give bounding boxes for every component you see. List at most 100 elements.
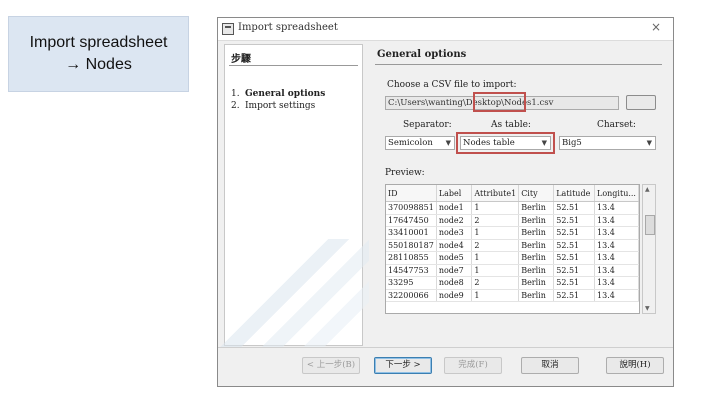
table-row: 28110855 node5 1 Berlin 52.51 13.4 bbox=[386, 251, 639, 265]
table-cell: Berlin bbox=[518, 264, 555, 277]
general-options-pane: General options Choose a CSV file to imp… bbox=[369, 44, 666, 346]
browse-button[interactable] bbox=[626, 95, 656, 110]
table-row: 550180187 node4 2 Berlin 52.51 13.4 bbox=[386, 239, 639, 252]
table-cell: 550180187 bbox=[386, 239, 437, 252]
table-cell: 2 bbox=[471, 239, 520, 252]
table-cell: 52.51 bbox=[553, 226, 596, 240]
finish-button[interactable]: 完成(F) bbox=[444, 357, 502, 374]
help-button[interactable]: 說明(H) bbox=[606, 357, 664, 374]
table-cell: 1 bbox=[471, 226, 520, 240]
wizard-button-bar: < 上一步(B) 下一步 > 完成(F) 取消 說明(H) bbox=[218, 347, 673, 386]
choose-file-label: Choose a CSV file to import: bbox=[387, 80, 517, 90]
step-item-general: 1. General options bbox=[231, 89, 325, 99]
steps-divider bbox=[229, 65, 358, 66]
table-cell: 14547753 bbox=[386, 264, 437, 277]
table-cell: node8 bbox=[436, 276, 473, 290]
cancel-button[interactable]: 取消 bbox=[521, 357, 579, 374]
chevron-down-icon: ▼ bbox=[646, 139, 652, 147]
next-button[interactable]: 下一步 > bbox=[374, 357, 432, 374]
table-cell: 33410001 bbox=[386, 226, 437, 240]
table-cell: node4 bbox=[436, 239, 473, 252]
table-cell: 13.4 bbox=[594, 276, 639, 290]
table-cell: 1 bbox=[471, 289, 520, 302]
back-button[interactable]: < 上一步(B) bbox=[302, 357, 360, 374]
slide-caption: Import spreadsheet → Nodes bbox=[8, 16, 189, 92]
table-cell: node9 bbox=[436, 289, 473, 302]
table-cell: node7 bbox=[436, 264, 473, 277]
table-cell: 13.4 bbox=[594, 226, 639, 240]
separator-value: Semicolon bbox=[388, 138, 433, 148]
column-header: Attribute1 bbox=[471, 185, 520, 202]
table-cell: Berlin bbox=[518, 214, 555, 227]
table-cell: 13.4 bbox=[594, 201, 639, 215]
step-number: 2. bbox=[231, 101, 240, 111]
table-cell: 13.4 bbox=[594, 264, 639, 277]
charset-select[interactable]: Big5 ▼ bbox=[559, 136, 656, 150]
table-cell: Berlin bbox=[518, 289, 555, 302]
table-cell: 13.4 bbox=[594, 251, 639, 265]
close-icon[interactable]: × bbox=[651, 20, 661, 34]
step-label: Import settings bbox=[245, 101, 316, 111]
table-cell: 1 bbox=[471, 201, 520, 215]
table-cell: 2 bbox=[471, 276, 520, 290]
section-title: General options bbox=[377, 49, 467, 60]
as-table-highlight bbox=[456, 132, 555, 154]
table-row: 33295 node8 2 Berlin 52.51 13.4 bbox=[386, 276, 639, 290]
column-header: ID bbox=[386, 185, 437, 202]
scroll-down-icon[interactable]: ▼ bbox=[645, 305, 650, 312]
table-cell: 13.4 bbox=[594, 214, 639, 227]
table-cell: Berlin bbox=[518, 239, 555, 252]
charset-label: Charset: bbox=[597, 120, 636, 130]
table-cell: 52.51 bbox=[553, 289, 596, 302]
preview-table: ID Label Attribute1 City Latitude Longit… bbox=[385, 184, 640, 314]
table-cell: 13.4 bbox=[594, 239, 639, 252]
table-cell: 1 bbox=[471, 251, 520, 265]
step-label: General options bbox=[245, 89, 326, 99]
filename-highlight bbox=[473, 92, 526, 112]
charset-value: Big5 bbox=[562, 138, 582, 148]
caption-line-1: Import spreadsheet bbox=[29, 34, 168, 51]
table-cell: 17647450 bbox=[386, 214, 437, 227]
table-cell: Berlin bbox=[518, 276, 555, 290]
steps-title: 步驟 bbox=[231, 54, 251, 65]
table-cell: 32200066 bbox=[386, 289, 437, 302]
panel-watermark bbox=[219, 239, 369, 349]
separator-label: Separator: bbox=[403, 120, 452, 130]
table-cell: node2 bbox=[436, 214, 473, 227]
table-cell: 28110855 bbox=[386, 251, 437, 265]
table-cell: 52.51 bbox=[553, 251, 596, 265]
table-cell: Berlin bbox=[518, 201, 555, 215]
table-cell: 33295 bbox=[386, 276, 437, 290]
scroll-thumb[interactable] bbox=[645, 215, 655, 235]
caption-line-2: → Nodes bbox=[65, 56, 132, 73]
section-divider bbox=[375, 64, 662, 65]
column-header: Longitu... bbox=[594, 185, 639, 202]
title-bar: Import spreadsheet × bbox=[218, 18, 673, 41]
chevron-down-icon: ▼ bbox=[445, 139, 451, 147]
table-row: 33410001 node3 1 Berlin 52.51 13.4 bbox=[386, 226, 639, 240]
table-cell: 52.51 bbox=[553, 239, 596, 252]
table-cell: 52.51 bbox=[553, 201, 596, 215]
window-title: Import spreadsheet bbox=[238, 22, 338, 33]
preview-scrollbar[interactable]: ▲ ▼ bbox=[642, 184, 656, 314]
table-cell: node1 bbox=[436, 201, 473, 215]
table-cell: 52.51 bbox=[553, 214, 596, 227]
table-cell: 52.51 bbox=[553, 276, 596, 290]
as-table-label: As table: bbox=[491, 120, 531, 130]
step-number: 1. bbox=[231, 89, 240, 99]
table-cell: 1 bbox=[471, 264, 520, 277]
table-cell: 13.4 bbox=[594, 289, 639, 302]
table-header-row: ID Label Attribute1 City Latitude Longit… bbox=[386, 185, 639, 202]
table-cell: Berlin bbox=[518, 226, 555, 240]
table-cell: 2 bbox=[471, 214, 520, 227]
column-header: Label bbox=[436, 185, 473, 202]
table-cell: 52.51 bbox=[553, 264, 596, 277]
separator-select[interactable]: Semicolon ▼ bbox=[385, 136, 455, 150]
table-row: 370098851 node1 1 Berlin 52.51 13.4 bbox=[386, 201, 639, 215]
table-cell: node3 bbox=[436, 226, 473, 240]
import-spreadsheet-dialog: Import spreadsheet × 步驟 1. General option… bbox=[217, 17, 674, 387]
scroll-up-icon[interactable]: ▲ bbox=[645, 186, 650, 193]
column-header: City bbox=[518, 185, 555, 202]
preview-label: Preview: bbox=[385, 168, 425, 178]
table-row: 14547753 node7 1 Berlin 52.51 13.4 bbox=[386, 264, 639, 277]
